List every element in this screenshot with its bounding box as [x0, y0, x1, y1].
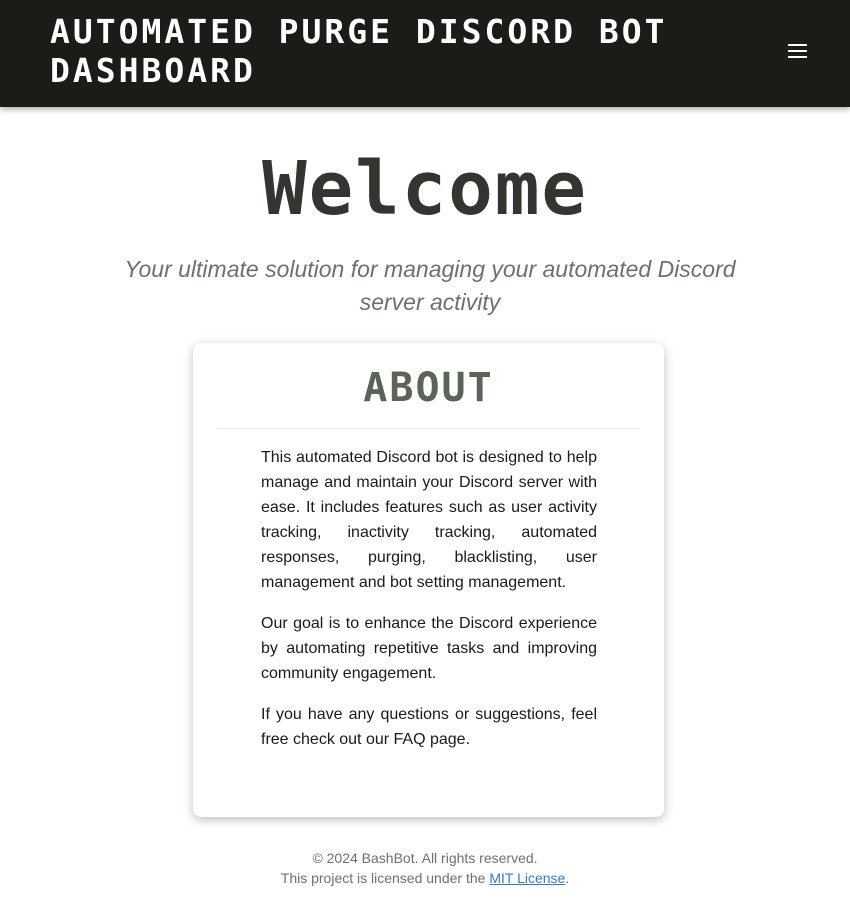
- about-card: About This automated Discord bot is desi…: [193, 343, 664, 817]
- copyright-text: © 2024 BashBot. All rights reserved.: [312, 850, 538, 866]
- mit-license-link[interactable]: MIT License: [489, 870, 565, 886]
- about-body: This automated Discord bot is designed t…: [261, 445, 597, 768]
- site-title: Automated Purge Discord Bot Dashboard: [50, 12, 668, 90]
- license-suffix: .: [565, 870, 570, 886]
- top-nav-bar: Automated Purge Discord Bot Dashboard: [0, 0, 850, 107]
- license-prefix: This project is licensed under the: [280, 870, 490, 886]
- about-paragraph-2: Our goal is to enhance the Discord exper…: [261, 615, 597, 682]
- about-paragraph-3: If you have any questions or suggestions…: [261, 706, 597, 748]
- welcome-heading: Welcome: [262, 146, 588, 232]
- license-line: This project is licensed under the MIT L…: [0, 868, 850, 888]
- about-title: About: [363, 365, 494, 411]
- hamburger-menu-button[interactable]: [784, 38, 812, 66]
- about-paragraph-1: This automated Discord bot is designed t…: [261, 449, 597, 591]
- page-footer: © 2024 BashBot. All rights reserved. Thi…: [0, 848, 850, 888]
- tagline: Your ultimate solution for managing your…: [124, 256, 736, 315]
- about-divider: [217, 428, 640, 429]
